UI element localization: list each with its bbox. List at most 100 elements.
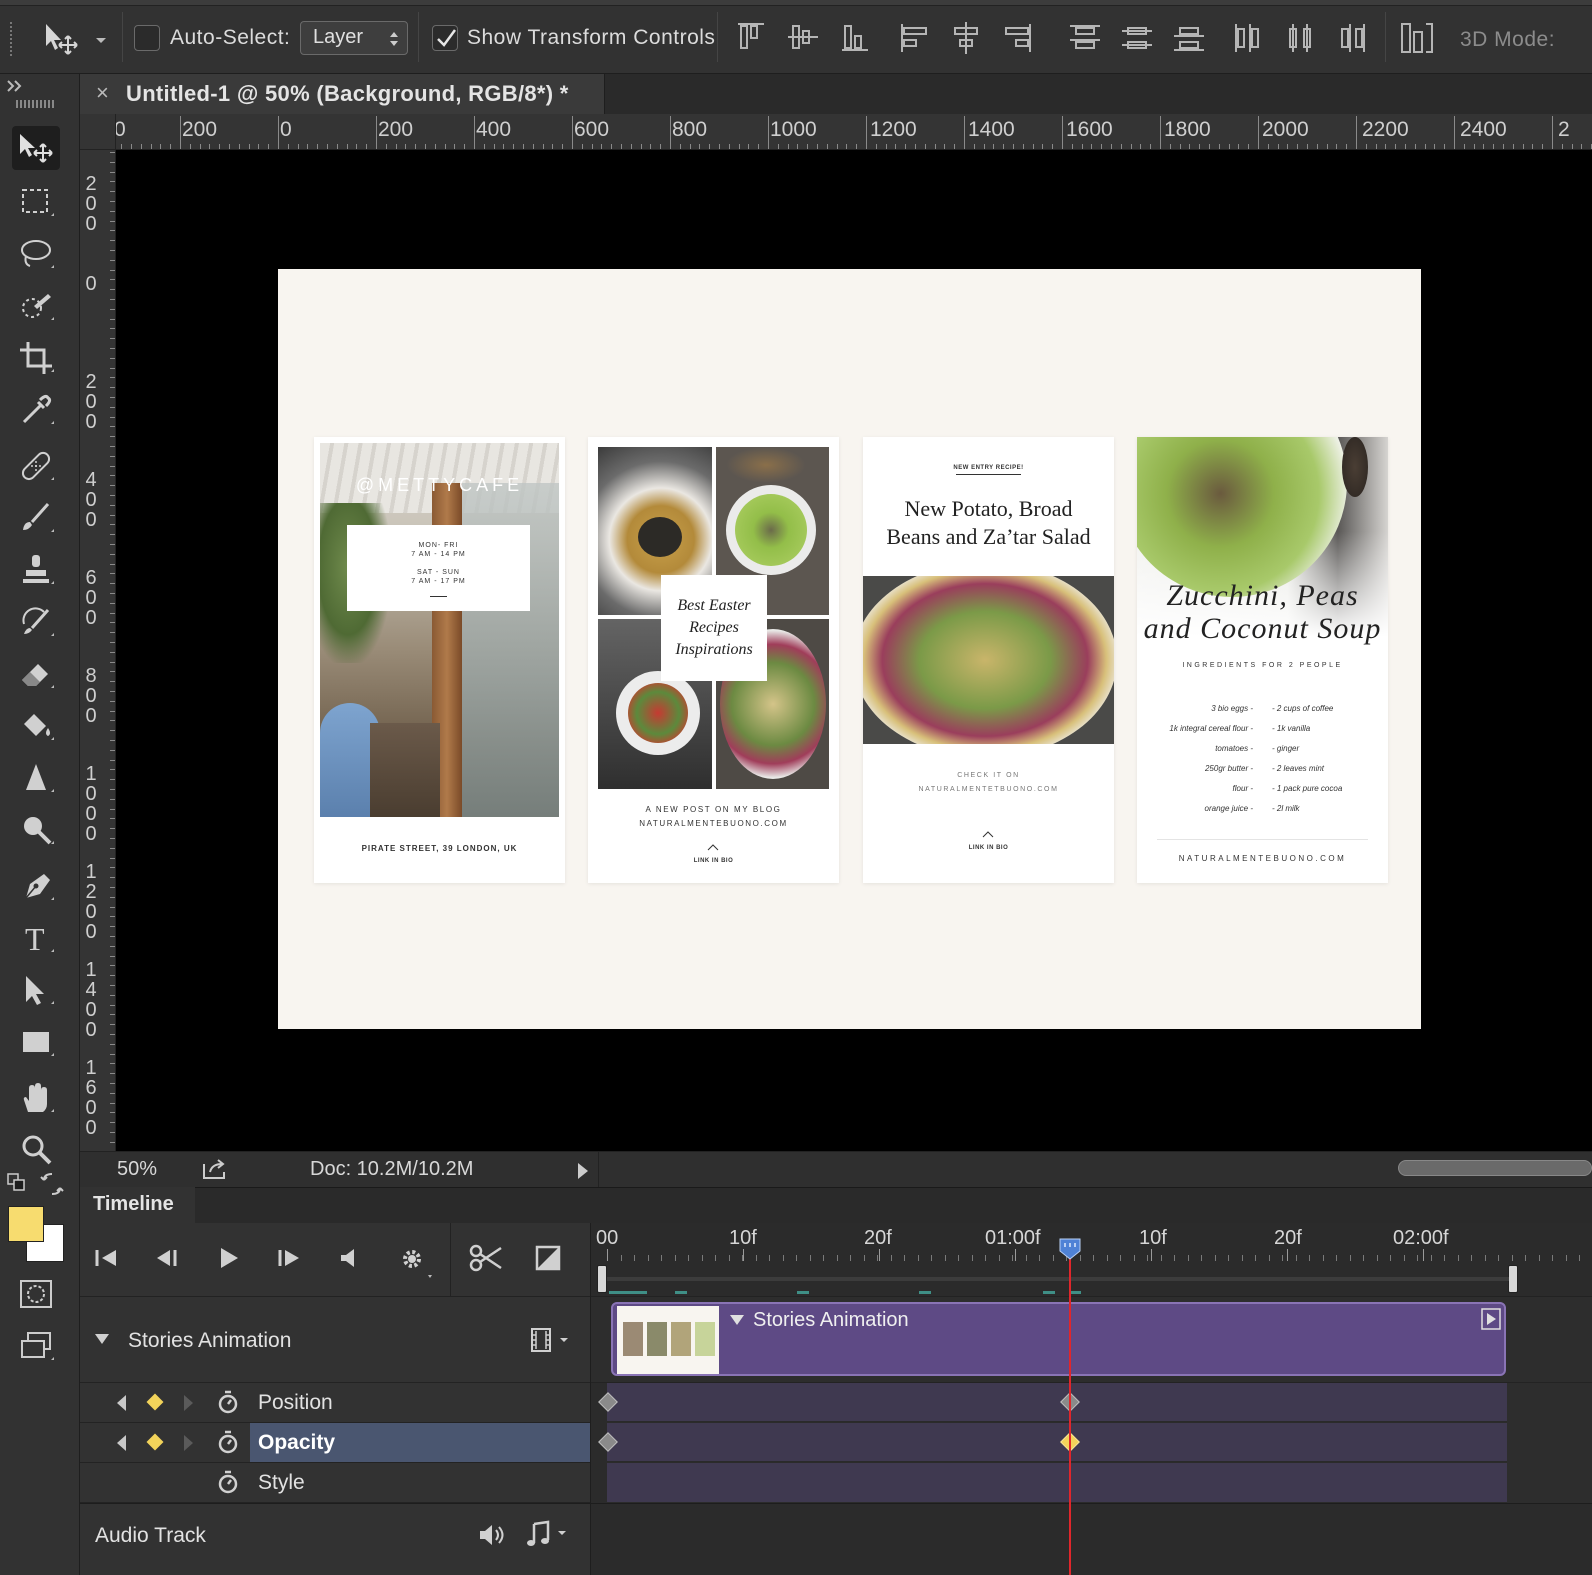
prev-keyframe-icon[interactable] (114, 1433, 128, 1453)
paint-bucket-tool-icon[interactable] (12, 704, 60, 748)
rectangle-tool-icon[interactable] (12, 1020, 60, 1064)
split-scissors-icon[interactable] (469, 1243, 503, 1273)
show-transform-label: Show Transform Controls (467, 26, 716, 49)
v-ruler-label: 2 0 0 (85, 173, 97, 235)
pen-tool-icon[interactable] (12, 864, 60, 908)
position-row[interactable]: Position (80, 1383, 590, 1423)
transition-icon[interactable] (535, 1245, 561, 1271)
go-to-first-frame-icon[interactable] (94, 1247, 120, 1269)
group-row[interactable]: Stories Animation (80, 1297, 590, 1383)
add-keyframe-icon[interactable] (146, 1433, 164, 1451)
next-frame-icon[interactable] (276, 1247, 302, 1269)
crop-tool-icon[interactable] (12, 336, 60, 380)
style-row[interactable]: Style (80, 1463, 590, 1503)
play-icon[interactable] (218, 1246, 240, 1270)
brush-tool-icon[interactable] (12, 496, 60, 540)
canvas-area[interactable]: @METTYCAFE MON- FRI 7 AM - 14 PM SAT - S… (116, 150, 1592, 1151)
film-strip-icon[interactable] (530, 1327, 572, 1353)
time-label-1: 10f (729, 1227, 757, 1249)
settings-gear-icon[interactable] (398, 1245, 432, 1279)
collapse-triangle-icon[interactable] (94, 1333, 110, 1345)
quick-mask-icon[interactable] (12, 1272, 60, 1316)
story-card-potato-salad[interactable]: NEW ENTRY RECIPE! New Potato, Broad Bean… (863, 437, 1114, 883)
h-ruler-label: 200 (182, 118, 218, 141)
timeline-layers: Stories Animation Position Opacity Style… (80, 1297, 590, 1575)
expand-panel-icon[interactable] (6, 78, 26, 94)
style-track[interactable] (607, 1463, 1507, 1502)
work-area-end-handle[interactable] (1508, 1265, 1518, 1293)
quick-selection-tool-icon[interactable] (12, 284, 60, 328)
story-card-zucchini-soup[interactable]: Zucchini, Peas and Coconut Soup INGREDIE… (1137, 437, 1388, 883)
hand-tool-icon[interactable] (12, 1076, 60, 1120)
close-tab-icon[interactable]: × (96, 80, 109, 106)
swap-colors-icon[interactable] (40, 1172, 64, 1196)
story-card-easter[interactable]: Best Easter Recipes Inspirations A NEW P… (588, 437, 839, 883)
next-keyframe-icon[interactable] (182, 1393, 196, 1413)
salad-bowl (616, 671, 700, 755)
ruler-origin[interactable] (80, 114, 116, 150)
auto-select-dropdown[interactable]: Layer (300, 21, 408, 55)
share-icon[interactable] (202, 1158, 230, 1180)
type-tool-icon[interactable]: T (12, 916, 60, 960)
add-keyframe-icon[interactable] (146, 1393, 164, 1411)
clone-stamp-tool-icon[interactable] (12, 548, 60, 592)
zoom-level[interactable]: 50% (117, 1158, 157, 1181)
clip-collapse-triangle-icon[interactable] (729, 1314, 745, 1326)
eraser-tool-icon[interactable] (12, 652, 60, 696)
speaker-icon[interactable] (478, 1522, 506, 1548)
prev-keyframe-icon[interactable] (114, 1393, 128, 1413)
move-tool-icon[interactable] (12, 126, 60, 170)
card4-title-line2: and Coconut Soup (1143, 612, 1382, 645)
show-transform-checkbox[interactable] (432, 25, 458, 51)
history-brush-tool-icon[interactable] (12, 600, 60, 644)
timeline-track-area[interactable]: 00 10f 20f 01:00f 10f 20f 02:00f Stories… (590, 1223, 1592, 1575)
position-track[interactable] (607, 1383, 1507, 1422)
audio-track-label: Audio Track (95, 1524, 206, 1547)
next-keyframe-icon[interactable] (182, 1433, 196, 1453)
mute-audio-icon[interactable] (338, 1247, 362, 1269)
stories-animation-clip[interactable]: Stories Animation (611, 1302, 1506, 1376)
toolbar-grip[interactable] (16, 100, 56, 108)
story-card-cafe[interactable]: @METTYCAFE MON- FRI 7 AM - 14 PM SAT - S… (314, 437, 565, 883)
playhead-handle-icon[interactable] (1058, 1237, 1082, 1261)
audio-track-lane[interactable] (591, 1503, 1592, 1575)
foreground-color-swatch[interactable] (8, 1206, 44, 1242)
status-divider (598, 1152, 599, 1188)
lasso-tool-icon[interactable] (12, 232, 60, 276)
horizontal-scrollbar-thumb[interactable] (1398, 1160, 1592, 1176)
horizontal-ruler[interactable]: 0 200 0 200 400 600 800 1000 1200 1400 1600 1800 200… (80, 114, 1592, 150)
default-colors-icon[interactable] (6, 1172, 28, 1194)
auto-align-icon[interactable] (1398, 18, 1434, 58)
timeline-controls (80, 1223, 590, 1297)
artboard[interactable]: @METTYCAFE MON- FRI 7 AM - 14 PM SAT - S… (278, 269, 1421, 1029)
panel-grip[interactable] (10, 22, 14, 56)
svg-text:T: T (25, 921, 45, 956)
clip-end-play-icon[interactable] (1481, 1308, 1501, 1330)
stopwatch-icon[interactable] (216, 1389, 240, 1415)
vertical-ruler[interactable]: 2 0 0 0 2 0 0 4 0 0 6 0 0 8 0 0 1 0 0 0 1 2 0 0… (80, 150, 116, 1151)
eyedropper-tool-icon[interactable] (12, 388, 60, 432)
path-selection-tool-icon[interactable] (12, 968, 60, 1012)
card3-title-line1: New Potato, Broad (904, 496, 1073, 521)
screen-mode-icon[interactable] (12, 1324, 60, 1368)
audio-track-row[interactable]: Audio Track (80, 1503, 590, 1575)
marquee-tool-icon[interactable] (12, 180, 60, 224)
auto-select-checkbox[interactable] (134, 25, 160, 51)
time-ruler[interactable]: 00 10f 20f 01:00f 10f 20f 02:00f (591, 1223, 1592, 1297)
document-tab[interactable]: × Untitled-1 @ 50% (Background, RGB/8*) … (80, 74, 605, 114)
music-note-icon[interactable] (526, 1520, 570, 1548)
dodge-tool-icon[interactable] (12, 808, 60, 852)
stopwatch-icon[interactable] (216, 1469, 240, 1495)
status-menu-arrow-icon[interactable] (576, 1162, 590, 1180)
sharpen-tool-icon[interactable] (12, 756, 60, 800)
stopwatch-icon[interactable] (216, 1429, 240, 1455)
work-area-start-handle[interactable] (597, 1265, 607, 1293)
opacity-row[interactable]: Opacity (80, 1423, 590, 1463)
work-area-bar[interactable] (607, 1277, 1509, 1281)
previous-frame-icon[interactable] (154, 1247, 180, 1269)
opacity-track[interactable] (607, 1423, 1507, 1462)
move-tool-preset-icon[interactable] (40, 20, 112, 56)
zoom-tool-icon[interactable] (12, 1128, 60, 1172)
healing-brush-tool-icon[interactable] (12, 444, 60, 488)
timeline-tab[interactable]: Timeline (80, 1187, 195, 1223)
